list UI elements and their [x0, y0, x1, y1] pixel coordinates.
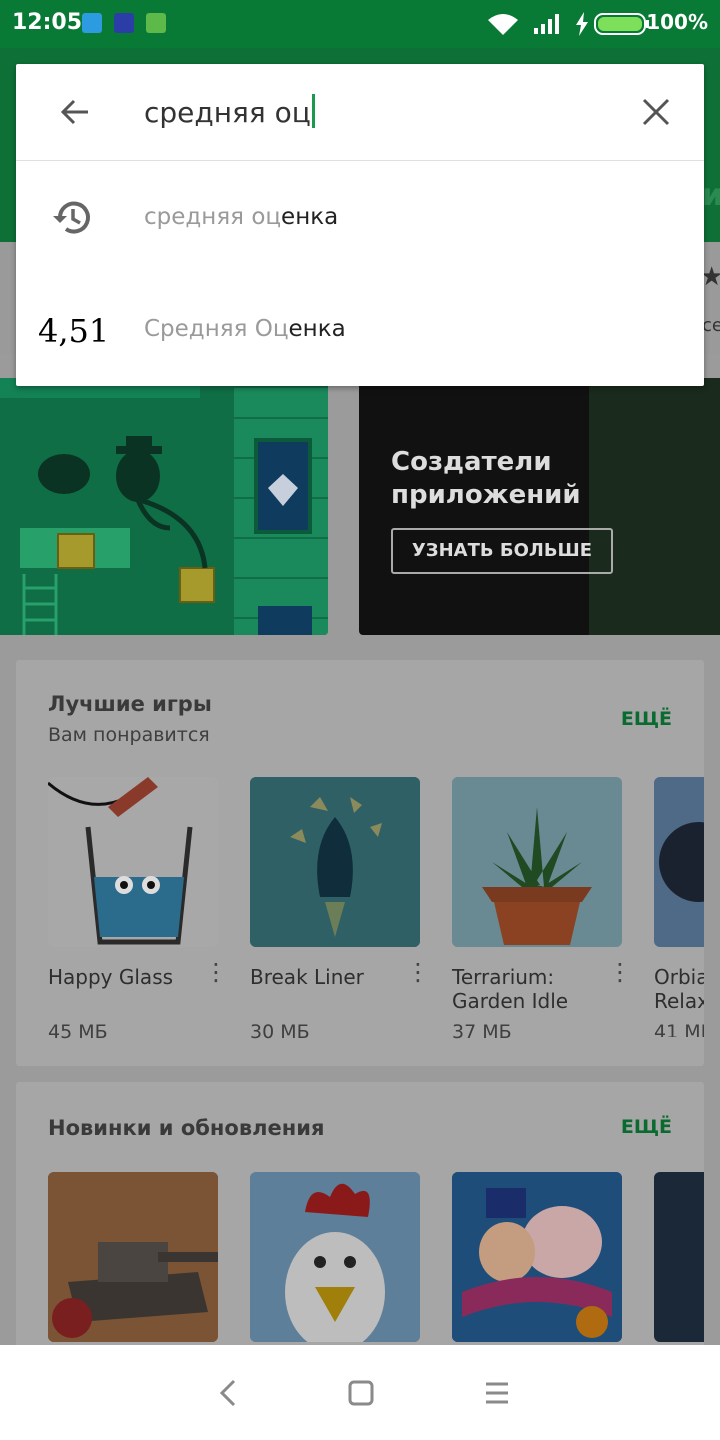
search-bar: средняя оц [16, 64, 704, 161]
app-icon [250, 777, 420, 947]
app-icon [452, 777, 622, 947]
app-tile[interactable]: Terrarium: Garden Idle ⋮ 37 МБ [452, 777, 632, 1043]
battery-icon [594, 13, 649, 35]
app-tile[interactable]: Happy Glass ⋮ 45 МБ [48, 777, 228, 1043]
text-cursor [311, 94, 315, 128]
promo-banner-game[interactable]: ы [0, 378, 328, 635]
new-updates-card: Новинки и обновления ЕЩЁ [16, 1082, 704, 1362]
app-icon-tanks[interactable] [48, 1172, 218, 1342]
banner-title: Создатели приложений [391, 446, 581, 512]
app-name-line1: Orbia [654, 965, 704, 989]
app-name-line2: Relax [654, 989, 704, 1013]
app-icon [48, 777, 218, 947]
search-input[interactable]: средняя оц [144, 94, 315, 129]
section-title: Лучшие игры [48, 692, 212, 716]
app-name-line2: Garden Idle [452, 989, 569, 1013]
app-name: Happy Glass [48, 965, 198, 989]
nav-menu-icon[interactable] [482, 1378, 512, 1408]
overflow-menu-icon[interactable]: ⋮ [406, 960, 430, 984]
section-title: Новинки и обновления [48, 1116, 325, 1140]
banner-photo [589, 378, 720, 635]
wifi-icon [488, 14, 518, 35]
status-time: 12:05 [12, 10, 83, 35]
back-arrow-icon[interactable] [58, 94, 94, 130]
suggestion-prefix: Средняя Оц [144, 316, 289, 342]
close-icon[interactable] [638, 94, 674, 130]
app-tile[interactable]: Orbia Relax 41 МБ [654, 777, 704, 1037]
suggestion-suffix: енка [288, 316, 346, 342]
app-name: Terrarium: Garden Idle [452, 965, 602, 1013]
learn-more-button[interactable]: УЗНАТЬ БОЛЬШЕ [391, 528, 613, 574]
search-query-text: средняя оц [144, 96, 311, 129]
nav-back-icon[interactable] [214, 1378, 242, 1408]
suggestion-text: средняя оценка [144, 204, 338, 230]
banner-title-line2: приложений [391, 480, 581, 510]
suggestion-suffix: енка [281, 204, 339, 230]
banner-title-line1: Создатели [391, 447, 552, 477]
app-size: 45 МБ [48, 1021, 108, 1043]
game-illustration [0, 378, 328, 635]
nav-home-icon[interactable] [346, 1378, 376, 1408]
app-name-line1: Break Liner [250, 965, 364, 989]
usb-icon [82, 13, 102, 33]
system-nav-bar [0, 1345, 720, 1440]
app-icon [654, 777, 704, 947]
suggestion-item[interactable]: 4,51 Средняя Оценка [16, 276, 704, 386]
tab-label-partial[interactable]: се [702, 315, 720, 336]
app-size: 41 МБ [654, 1021, 704, 1037]
overflow-menu-icon[interactable]: ⋮ [608, 960, 632, 984]
signal-icon [534, 14, 559, 34]
history-icon [53, 201, 90, 234]
app-name: Orbia Relax [654, 965, 704, 1013]
app-name-line1: Happy Glass [48, 965, 174, 989]
app-icon-partial[interactable] [654, 1172, 704, 1342]
suggestion-text: Средняя Оценка [144, 316, 346, 342]
overflow-menu-icon[interactable]: ⋮ [204, 960, 228, 984]
suggestion-item[interactable]: средняя оценка [16, 164, 704, 274]
app-notification-icon [114, 13, 134, 33]
more-link[interactable]: ЕЩЁ [621, 1116, 672, 1138]
app-name-line1: Terrarium: [452, 965, 555, 989]
app-size: 30 МБ [250, 1021, 310, 1043]
charging-icon [576, 12, 588, 36]
more-link[interactable]: ЕЩЁ [621, 708, 672, 730]
promo-banner-developers[interactable]: Создатели приложений УЗНАТЬ БОЛЬШЕ [359, 378, 720, 635]
app-icon-chicken[interactable] [250, 1172, 420, 1342]
top-games-card: Лучшие игры Вам понравится ЕЩЁ Happy Gla… [16, 660, 704, 1066]
app-name: Break Liner [250, 965, 400, 989]
section-subtitle: Вам понравится [48, 724, 210, 746]
app-tile[interactable]: Break Liner ⋮ 30 МБ [250, 777, 430, 1043]
header-fragment: и [702, 178, 720, 213]
search-panel: средняя оц средняя оценка 4,51 Средняя О… [16, 64, 704, 386]
status-bar: 12:05 100% [0, 0, 720, 48]
rating-icon: 4,51 [38, 312, 110, 350]
suggestion-prefix: средняя оц [144, 204, 282, 230]
android-icon [146, 13, 166, 33]
app-icon-candy-friends[interactable] [452, 1172, 622, 1342]
battery-percent: 100% [646, 10, 708, 34]
app-size: 37 МБ [452, 1021, 512, 1043]
